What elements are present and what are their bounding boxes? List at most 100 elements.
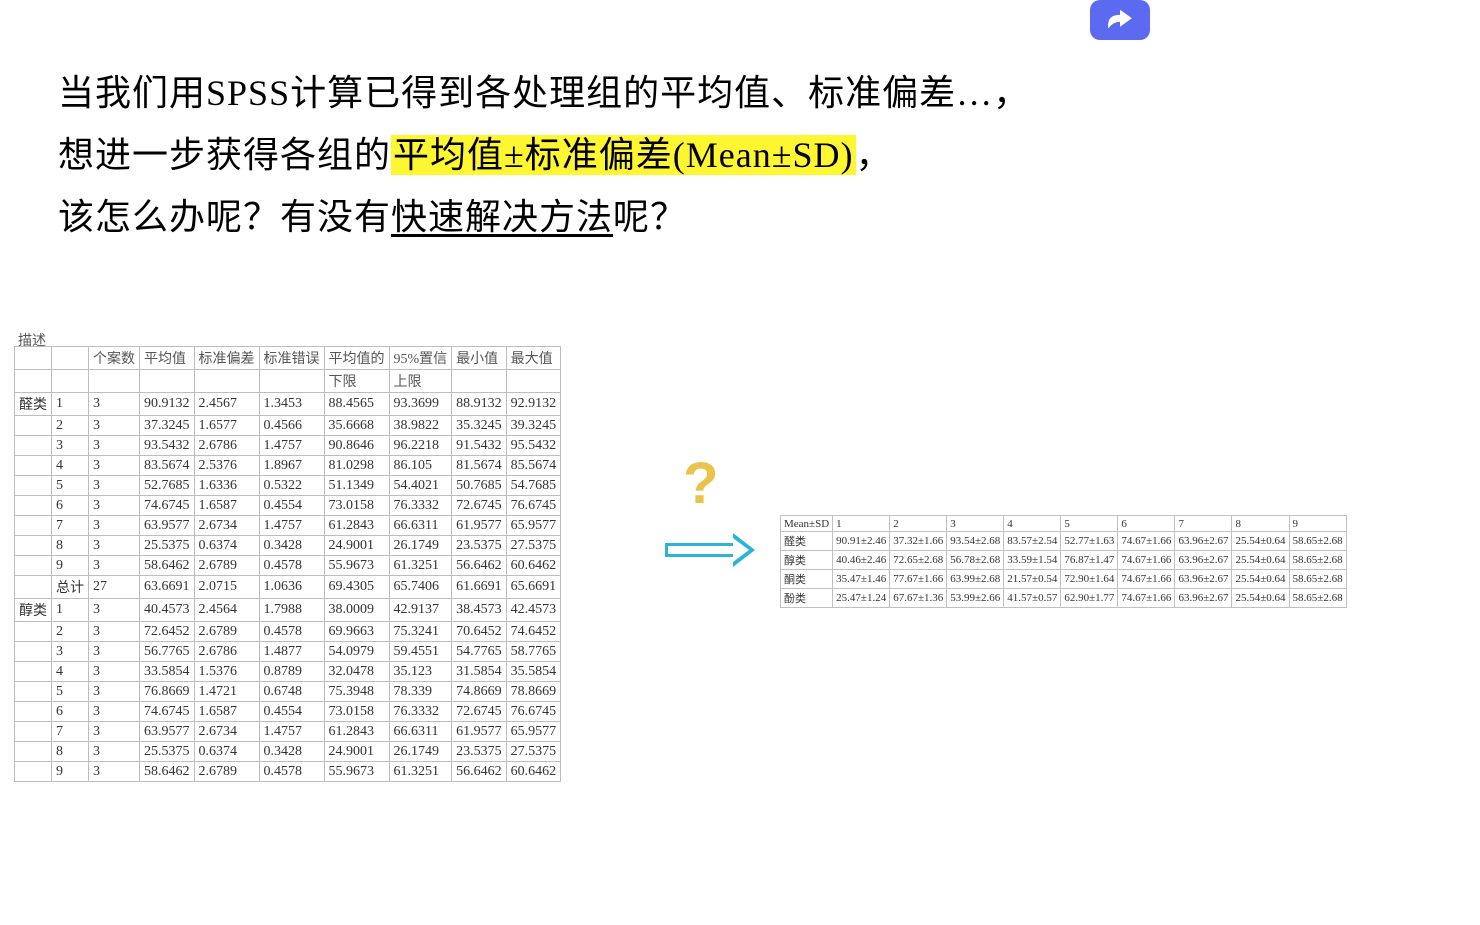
table-cell: 90.8646 xyxy=(324,436,389,456)
result-header-cell: 8 xyxy=(1232,516,1289,532)
table-cell: 66.6311 xyxy=(389,516,452,536)
table-cell: 63.9577 xyxy=(140,516,195,536)
table-cell: 69.9663 xyxy=(324,622,389,642)
result-header-cell: 6 xyxy=(1118,516,1175,532)
headline-underline: 快速解决方法 xyxy=(391,197,613,237)
table-cell: 76.3332 xyxy=(389,702,452,722)
table-row: 3393.54322.67861.475790.864696.221891.54… xyxy=(15,436,561,456)
table-cell: 58.7765 xyxy=(506,642,561,662)
table-cell: 37.3245 xyxy=(140,416,195,436)
table-cell: 74.67±1.66 xyxy=(1118,532,1175,551)
table-cell: 2.6786 xyxy=(194,436,259,456)
table-cell xyxy=(15,576,52,599)
table-cell: 92.9132 xyxy=(506,393,561,416)
table-cell: 8 xyxy=(52,536,89,556)
result-header-cell: 5 xyxy=(1061,516,1118,532)
table-cell: 90.91±2.46 xyxy=(833,532,890,551)
table-cell: 74.67±1.66 xyxy=(1118,570,1175,589)
table-cell: 3 xyxy=(89,516,140,536)
table-cell: 86.105 xyxy=(389,456,452,476)
app-icon xyxy=(1090,0,1150,40)
table-cell: 2.6734 xyxy=(194,722,259,742)
result-header-cell: 7 xyxy=(1175,516,1232,532)
table-cell: 3 xyxy=(52,642,89,662)
table-cell: 58.6462 xyxy=(140,556,195,576)
table-cell: 50.7685 xyxy=(452,476,507,496)
table-cell: 2.6786 xyxy=(194,642,259,662)
table-cell: 3 xyxy=(89,622,140,642)
table-cell: 76.87±1.47 xyxy=(1061,551,1118,570)
table-cell: 81.0298 xyxy=(324,456,389,476)
table-cell: 70.6452 xyxy=(452,622,507,642)
table-cell: 24.9001 xyxy=(324,536,389,556)
table-cell: 65.6691 xyxy=(506,576,561,599)
table-row: 2337.32451.65770.456635.666838.982235.32… xyxy=(15,416,561,436)
table-cell: 85.5674 xyxy=(506,456,561,476)
table-cell: 0.4554 xyxy=(259,496,324,516)
table-cell: 75.3948 xyxy=(324,682,389,702)
table-cell: 醛类 xyxy=(15,393,52,416)
table-cell: 58.6462 xyxy=(140,762,195,782)
table-cell: 1.4757 xyxy=(259,722,324,742)
table-row: 6374.67451.65870.455473.015876.333272.67… xyxy=(15,496,561,516)
table-row: 5352.76851.63360.532251.134954.402150.76… xyxy=(15,476,561,496)
table-cell: 65.7406 xyxy=(389,576,452,599)
table-cell: 3 xyxy=(89,599,140,622)
table-cell: 3 xyxy=(89,662,140,682)
table-cell: 93.5432 xyxy=(140,436,195,456)
table-cell xyxy=(15,722,52,742)
table-cell: 61.2843 xyxy=(324,516,389,536)
table-cell: 9 xyxy=(52,762,89,782)
table-cell: 3 xyxy=(89,456,140,476)
table-cell: 0.4578 xyxy=(259,622,324,642)
table-row: 9358.64622.67890.457855.967361.325156.64… xyxy=(15,762,561,782)
table-cell: 醇类 xyxy=(15,599,52,622)
table-cell: 3 xyxy=(89,742,140,762)
table-cell xyxy=(15,622,52,642)
table-cell: 83.57±2.54 xyxy=(1004,532,1061,551)
table-cell: 31.5854 xyxy=(452,662,507,682)
table-cell: 72.90±1.64 xyxy=(1061,570,1118,589)
table-cell: 74.67±1.66 xyxy=(1118,551,1175,570)
spss-h-blank1 xyxy=(15,347,52,370)
table-cell: 73.0158 xyxy=(324,496,389,516)
table-cell: 3 xyxy=(52,436,89,456)
table-cell: 58.65±2.68 xyxy=(1289,589,1346,608)
table-row: 4333.58541.53760.878932.047835.12331.585… xyxy=(15,662,561,682)
table-cell: 54.0979 xyxy=(324,642,389,662)
table-cell: 58.65±2.68 xyxy=(1289,551,1346,570)
table-cell: 54.7685 xyxy=(506,476,561,496)
table-cell: 67.67±1.36 xyxy=(890,589,947,608)
table-cell: 1.4757 xyxy=(259,436,324,456)
result-header-cell: 9 xyxy=(1289,516,1346,532)
table-cell: 90.9132 xyxy=(140,393,195,416)
table-cell: 63.96±2.67 xyxy=(1175,551,1232,570)
table-cell: 69.4305 xyxy=(324,576,389,599)
table-cell: 74.6745 xyxy=(140,496,195,516)
table-cell xyxy=(15,456,52,476)
table-cell: 0.4566 xyxy=(259,416,324,436)
table-cell: 7 xyxy=(52,722,89,742)
table-cell: 60.6462 xyxy=(506,556,561,576)
table-cell: 76.6745 xyxy=(506,496,561,516)
table-cell: 63.96±2.67 xyxy=(1175,589,1232,608)
table-cell: 40.4573 xyxy=(140,599,195,622)
table-cell: 0.6374 xyxy=(194,742,259,762)
table-cell: 58.65±2.68 xyxy=(1289,570,1346,589)
table-row: 酮类35.47±1.4677.67±1.6663.99±2.6821.57±0.… xyxy=(781,570,1347,589)
table-cell: 25.54±0.64 xyxy=(1232,532,1289,551)
table-cell: 52.77±1.63 xyxy=(1061,532,1118,551)
table-cell: 63.6691 xyxy=(140,576,195,599)
table-cell: 62.90±1.77 xyxy=(1061,589,1118,608)
table-cell: 0.8789 xyxy=(259,662,324,682)
headline-highlight: 平均值±标准偏差(Mean±SD) xyxy=(391,135,855,175)
table-cell: 3 xyxy=(89,393,140,416)
table-cell xyxy=(15,436,52,456)
table-cell: 72.6452 xyxy=(140,622,195,642)
table-cell: 33.5854 xyxy=(140,662,195,682)
table-cell: 1.7988 xyxy=(259,599,324,622)
headline-line2-post: ， xyxy=(856,135,893,175)
table-cell: 1.4877 xyxy=(259,642,324,662)
table-cell: 63.9577 xyxy=(140,722,195,742)
spss-descriptives-table: 个案数 平均值 标准偏差 标准错误 平均值的 95%置信 最小值 最大值 下限 … xyxy=(14,346,561,782)
